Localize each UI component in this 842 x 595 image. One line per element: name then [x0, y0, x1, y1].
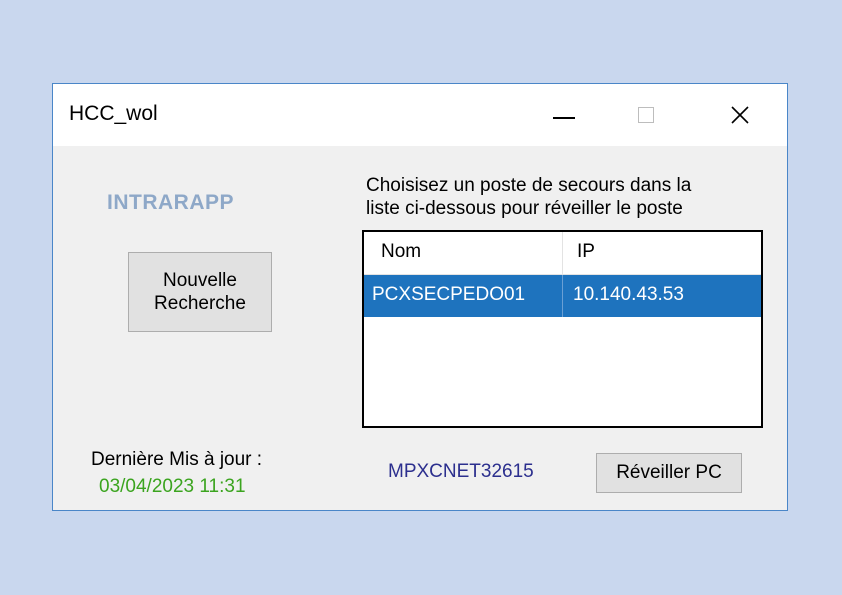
close-icon	[731, 106, 749, 124]
app-window: HCC_wol INTRARAPP Nouvelle Recherche Cho…	[52, 83, 788, 511]
workstation-list[interactable]: Nom IP PCXSECPEDO01 10.140.43.53	[362, 230, 763, 428]
title-bar[interactable]: HCC_wol	[53, 84, 787, 146]
minimize-button[interactable]	[533, 84, 595, 146]
new-search-button[interactable]: Nouvelle Recherche	[128, 252, 272, 332]
column-header-nom[interactable]: Nom	[364, 232, 563, 274]
close-button[interactable]	[709, 84, 771, 146]
column-header-ip[interactable]: IP	[563, 232, 761, 274]
maximize-button[interactable]	[615, 84, 677, 146]
window-title: HCC_wol	[69, 102, 158, 125]
cell-nom: PCXSECPEDO01	[364, 275, 563, 317]
brand-logo-text: INTRARAPP	[107, 191, 235, 214]
cell-ip: 10.140.43.53	[573, 284, 684, 305]
maximize-icon	[638, 107, 654, 123]
minimize-icon	[553, 117, 575, 119]
hostname-label: MPXCNET32615	[388, 461, 534, 482]
list-row[interactable]: PCXSECPEDO01 10.140.43.53	[364, 275, 761, 317]
wake-pc-button[interactable]: Réveiller PC	[596, 453, 742, 493]
last-update-value: 03/04/2023 11:31	[99, 476, 246, 497]
last-update-label: Dernière Mis à jour :	[91, 449, 263, 470]
instructions-text: Choisisez un poste de secours dans la li…	[366, 175, 692, 219]
list-header: Nom IP	[364, 232, 761, 275]
